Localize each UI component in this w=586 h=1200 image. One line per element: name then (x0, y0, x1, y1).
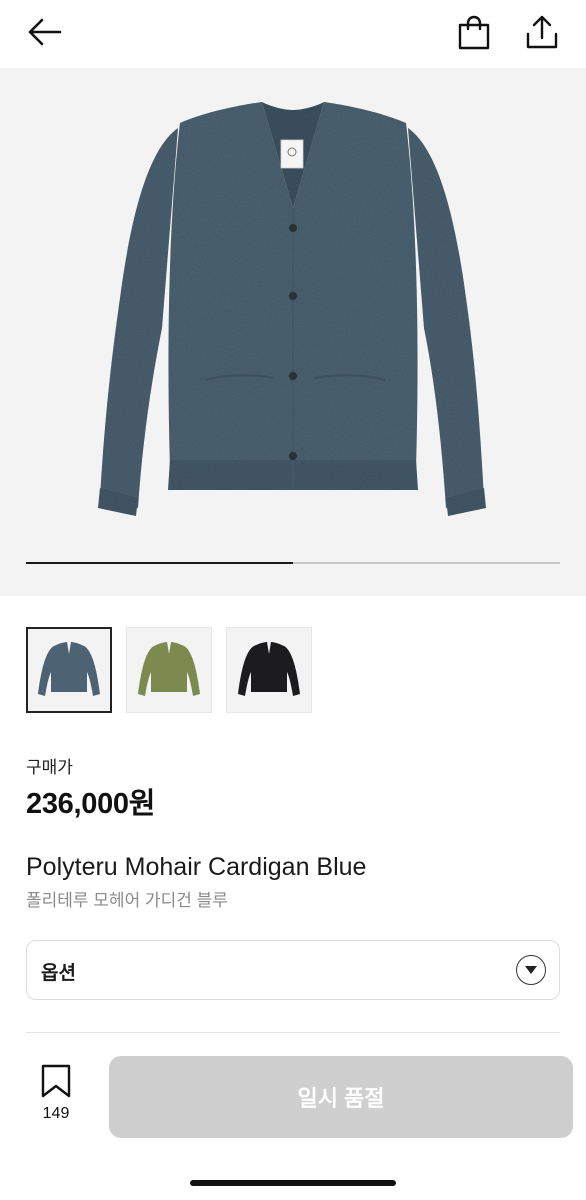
option-select[interactable]: 옵션 (26, 940, 560, 1000)
thumbnail-green[interactable] (126, 627, 212, 713)
product-name-korean: 폴리테루 모헤어 가디건 블루 (26, 891, 228, 910)
image-progress-track (26, 562, 560, 564)
home-indicator (190, 1180, 396, 1186)
cardigan-thumbnail-image (238, 642, 300, 696)
price-label: 구매가 (26, 758, 73, 777)
thumbnail-black[interactable] (226, 627, 312, 713)
bookmark-count: 149 (42, 1105, 70, 1122)
image-progress-indicator (26, 562, 293, 564)
share-button[interactable] (520, 12, 564, 56)
cardigan-thumbnail-image (138, 642, 200, 696)
color-thumbnails (26, 627, 312, 715)
product-name: Polyteru Mohair Cardigan Blue (26, 853, 367, 881)
arrow-left-icon (26, 17, 62, 52)
back-button[interactable] (22, 12, 66, 56)
option-select-label: 옵션 (41, 963, 76, 984)
product-image-carousel[interactable] (0, 68, 586, 596)
price-value: 236,000원 (26, 788, 156, 820)
bookmark-icon (40, 1064, 72, 1102)
shopping-bag-icon (457, 14, 491, 55)
share-icon (525, 14, 559, 55)
product-image (98, 102, 486, 516)
cart-button[interactable] (452, 12, 496, 56)
thumbnail-blue[interactable] (26, 627, 112, 713)
bookmark-button[interactable]: 149 (26, 1064, 86, 1128)
divider (26, 1032, 560, 1033)
sold-out-button[interactable]: 일시 품절 (109, 1056, 573, 1138)
top-bar (0, 0, 586, 68)
caret-down-icon (516, 955, 546, 985)
cardigan-thumbnail-image (38, 642, 100, 696)
